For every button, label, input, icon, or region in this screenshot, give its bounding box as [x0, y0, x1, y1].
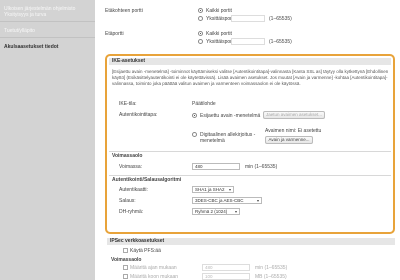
encryption-value: 3DES-CBC ja AES-CBC	[195, 198, 244, 203]
size-based-label: Määritä koon mukaan	[130, 274, 179, 280]
time-based-unit: min (1–65535)	[255, 265, 288, 271]
ipsec-section-header: IPSec verkkoasetukset	[107, 238, 395, 245]
psk-radio[interactable]	[192, 113, 197, 118]
sidebar: Ulkoisen järjestelmän ohjelmisto Yksityi…	[0, 0, 95, 280]
ike-section-header: IKE-asetukset	[109, 58, 391, 65]
validity-label: Voimassa:	[119, 164, 143, 170]
local-port-range-hint: (1–65535)	[269, 39, 292, 45]
remote-port-input[interactable]	[231, 15, 265, 22]
local-port-label: Etäportti	[105, 31, 124, 37]
digital-signature-label: Digitaalinen allekirjoitus -menetelmä	[200, 132, 256, 144]
remote-port-label: Etäkohteen portti	[105, 8, 143, 14]
main-content: Etäkohteen portti Kaikki portit Yksittäi…	[95, 0, 400, 280]
shared-key-settings-button[interactable]: Jaetun avaimen asetukset...	[263, 111, 325, 119]
ike-mode-label: IKE-tila:	[119, 101, 137, 107]
ike-mode-value: Päätilohde	[192, 101, 216, 107]
remote-port-range-hint: (1–65535)	[269, 16, 292, 22]
dh-group-label: DH-ryhmä:	[119, 209, 144, 215]
local-any-port-label: Kaikki portit	[206, 31, 232, 37]
crypto-section-title: Autentikointi/Salausalgoritmi	[112, 177, 182, 183]
pfs-label: Käytä PFS:ää	[130, 248, 161, 254]
validity-input[interactable]: 480	[192, 163, 240, 170]
local-any-port-radio[interactable]	[198, 31, 203, 36]
divider	[109, 175, 391, 176]
remote-any-port-label: Kaikki portit	[206, 8, 232, 14]
auth-algorithm-value: SHA1 ja SHA2	[195, 187, 225, 192]
encryption-label: Salaus:	[119, 198, 136, 204]
key-name-text: Avaimen nimi: Ei asetettu	[265, 128, 322, 134]
time-based-label: Määritä ajan mukaan	[130, 265, 177, 271]
size-based-unit: MB (1–65535)	[255, 274, 287, 280]
dh-group-value: Ryhmä 2 (1024)	[195, 209, 228, 214]
chevron-down-icon: ▾	[256, 198, 259, 203]
auth-algorithm-label: Autentikaatti:	[119, 187, 148, 193]
local-single-port-radio[interactable]	[198, 39, 203, 44]
digital-signature-radio[interactable]	[192, 132, 197, 137]
validity-section-title: Voimassaolo	[112, 153, 143, 159]
sidebar-divider	[0, 37, 95, 38]
ike-description: [Esijaettu avain -menetelmä] -toiminnot …	[112, 69, 389, 86]
validity-unit: min (1–65535)	[245, 164, 278, 170]
remote-any-port-radio[interactable]	[198, 8, 203, 13]
sidebar-item-settings-info[interactable]: Akulsaasetukset tiedot	[4, 44, 94, 50]
size-based-checkbox[interactable]	[123, 274, 128, 279]
encryption-select[interactable]: 3DES-CBC ja AES-CBC ▾	[192, 197, 262, 204]
dh-group-select[interactable]: Ryhmä 2 (1024) ▾	[192, 208, 240, 215]
local-port-input[interactable]	[231, 38, 265, 45]
pfs-checkbox[interactable]	[123, 248, 128, 253]
sidebar-item-privacy-security[interactable]: Yksityisyys ja turva	[4, 12, 94, 18]
ipsec-validity-title: Voimassaolo	[111, 257, 142, 263]
chevron-down-icon: ▾	[228, 187, 231, 192]
remote-single-port-radio[interactable]	[198, 16, 203, 21]
ike-settings-panel: IKE-asetukset [Esijaettu avain -menetelm…	[105, 54, 395, 234]
chevron-down-icon: ▾	[234, 209, 237, 214]
time-based-checkbox[interactable]	[123, 265, 128, 270]
sidebar-divider	[0, 21, 95, 22]
sidebar-item-support[interactable]: Tuetut/ylläpito	[4, 28, 94, 34]
psk-label: Esijaettu avain -menetelmä	[200, 113, 261, 119]
auth-algorithm-select[interactable]: SHA1 ja SHA2 ▾	[192, 186, 234, 193]
auth-method-label: Autentikointitapa:	[119, 112, 158, 118]
key-and-certificate-button[interactable]: Avain ja varmenne...	[265, 136, 313, 144]
divider	[109, 151, 391, 152]
size-based-input[interactable]: 100	[202, 273, 250, 280]
time-based-input[interactable]: 480	[202, 264, 250, 271]
